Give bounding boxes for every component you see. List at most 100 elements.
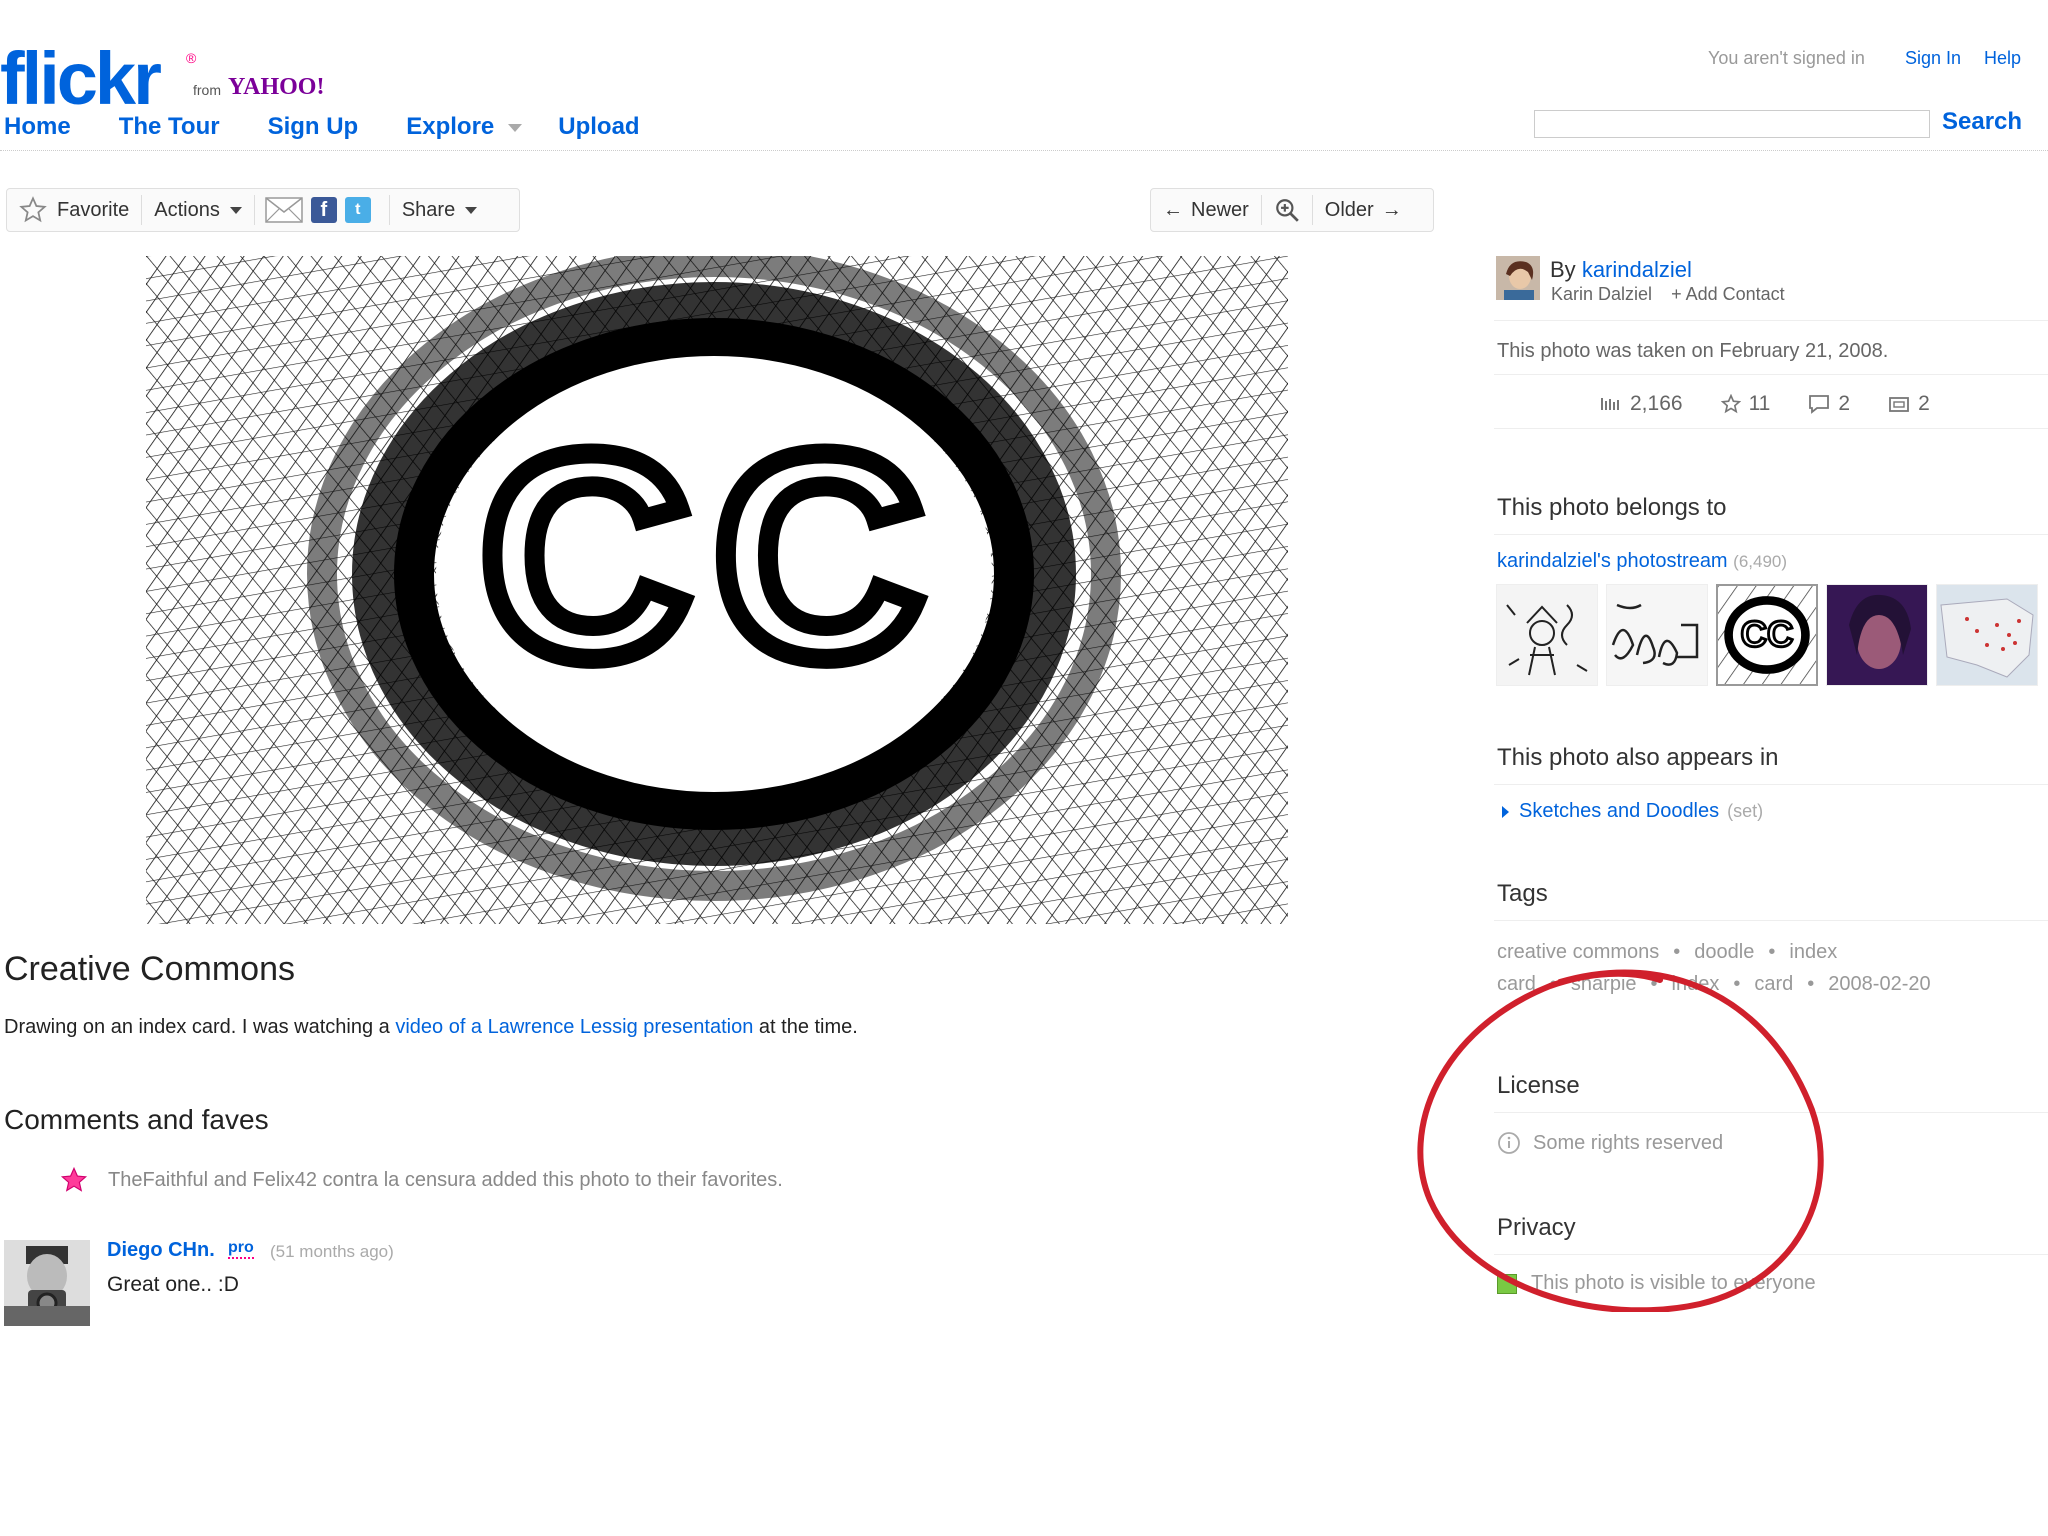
facebook-icon[interactable]: f — [310, 197, 337, 223]
by-label: By — [1550, 257, 1576, 282]
signed-in-status: You aren't signed in — [1708, 48, 1865, 68]
explore-dropdown-icon[interactable] — [508, 124, 523, 132]
lessig-video-link[interactable]: video of a Lawrence Lessig presentation — [395, 1016, 753, 1038]
help-link[interactable]: Help — [1984, 48, 2021, 69]
main-nav: Home The Tour Sign Up Explore Upload — [4, 112, 688, 142]
comments-count: 2 — [1838, 392, 1851, 415]
owner-realname: Karin Dalziel — [1551, 284, 1653, 304]
thumbnail-cc-letters: CC — [1741, 614, 1794, 655]
set-icon — [1889, 397, 1909, 412]
photo-actions-toolbar: Favorite Actions f t Share — [6, 188, 520, 232]
sidebar-divider — [1494, 534, 2048, 535]
thumbnail[interactable] — [1936, 584, 2038, 686]
share-dropdown[interactable]: Share — [390, 189, 489, 231]
main-photo[interactable]: CC — [146, 256, 1288, 924]
views-stat: 2,166 — [1600, 392, 1683, 416]
comment-bubble-icon — [1809, 395, 1830, 414]
yahoo-logo: YAHOO! — [228, 74, 325, 100]
chevron-down-icon — [229, 206, 242, 214]
zoom-in-icon — [1275, 199, 1299, 222]
actions-label: Actions — [154, 198, 220, 221]
sets-stat: 2 — [1888, 392, 1930, 416]
faves-count: 11 — [1748, 392, 1771, 415]
sidebar-divider — [1494, 374, 2048, 375]
actions-dropdown[interactable]: Actions — [142, 189, 254, 231]
taken-date: This photo was taken on February 21, 200… — [1497, 340, 1889, 362]
photostream-link[interactable]: karindalziel's photostream — [1497, 550, 1728, 572]
sets-count: 2 — [1918, 392, 1930, 415]
newer-label: Newer — [1191, 198, 1249, 221]
nav-sign-up[interactable]: Sign Up — [268, 112, 359, 142]
nav-home[interactable]: Home — [4, 112, 71, 142]
annotation-circle — [1417, 969, 1824, 1312]
photostream-thumbnails: CC — [1496, 584, 2038, 686]
pro-badge[interactable]: pro — [228, 1239, 254, 1259]
photo-description: Drawing on an index card. I was watching… — [4, 1016, 858, 1039]
star-outline-icon — [1720, 394, 1741, 414]
favorite-label: Favorite — [57, 198, 130, 221]
cc-letters: CC — [481, 394, 948, 718]
thumbnail[interactable] — [1826, 584, 1928, 686]
older-label: Older — [1324, 198, 1374, 221]
thumbnail[interactable] — [1496, 584, 1598, 686]
comment-author-link[interactable]: Diego CHn. — [107, 1239, 215, 1262]
favorites-text: TheFaithful and Felix42 contra la censur… — [108, 1168, 783, 1191]
logo-text: flickr — [0, 37, 162, 120]
nav-upload[interactable]: Upload — [558, 112, 639, 142]
set-link[interactable]: Sketches and Doodles — [1519, 800, 1719, 823]
chevron-down-icon — [465, 206, 478, 214]
sidebar-divider — [1494, 428, 2048, 429]
comment-timestamp: (51 months ago) — [270, 1242, 394, 1261]
appears-in-heading: This photo also appears in — [1497, 744, 1779, 771]
comment-text: Great one.. :D — [107, 1273, 239, 1296]
commenter-avatar[interactable] — [4, 1240, 90, 1326]
email-icon[interactable] — [265, 196, 303, 224]
photo-navigation-toolbar: ← Newer Older → — [1150, 188, 1434, 232]
twitter-icon[interactable]: t — [344, 197, 371, 223]
caret-right-icon — [1502, 805, 1509, 818]
favorite-button[interactable]: Favorite — [7, 189, 141, 231]
registered-mark: ® — [186, 50, 197, 66]
star-filled-icon — [60, 1166, 88, 1192]
set-type: (set) — [1727, 801, 1764, 821]
newer-button[interactable]: ← Newer — [1151, 189, 1261, 231]
nav-the-tour[interactable]: The Tour — [119, 112, 220, 142]
comments-heading: Comments and faves — [4, 1104, 269, 1135]
tags-heading: Tags — [1497, 880, 1548, 907]
sign-in-link[interactable]: Sign In — [1905, 48, 1961, 69]
header-divider — [0, 150, 2048, 151]
set-line: Sketches and Doodles (set) — [1502, 800, 1763, 823]
owner-username-link[interactable]: karindalziel — [1582, 257, 1692, 282]
favorites-line: TheFaithful and Felix42 contra la censur… — [60, 1166, 783, 1194]
description-text: Drawing on an index card. I was watching… — [4, 1016, 396, 1038]
owner-avatar[interactable] — [1496, 256, 1540, 300]
arrow-left-icon: ← — [1163, 198, 1183, 221]
photo-stats: 2,166 11 2 2 — [1600, 392, 1930, 416]
owner-byline: By karindalziel — [1550, 257, 1692, 283]
search-button[interactable]: Search — [1942, 108, 2022, 136]
zoom-button[interactable] — [1262, 189, 1312, 231]
faves-stat: 11 — [1720, 392, 1771, 416]
description-text: at the time. — [753, 1016, 858, 1038]
belongs-to-heading: This photo belongs to — [1497, 494, 1727, 521]
thumbnail[interactable] — [1606, 584, 1708, 686]
older-button[interactable]: Older → — [1313, 189, 1414, 231]
flickr-logo[interactable]: flickr ® from YAHOO! — [0, 42, 340, 116]
logo-from: from — [193, 82, 221, 98]
star-icon — [19, 196, 47, 223]
cc-drawing: CC — [146, 256, 1288, 924]
arrow-right-icon: → — [1381, 198, 1402, 221]
nav-explore[interactable]: Explore — [406, 112, 494, 142]
comments-stat: 2 — [1808, 392, 1850, 416]
thumbnail-current[interactable]: CC — [1716, 584, 1818, 686]
owner-realname-line: Karin Dalziel + Add Contact — [1551, 284, 1785, 305]
views-count: 2,166 — [1630, 392, 1683, 415]
share-icons: f t — [255, 189, 389, 231]
add-contact-link[interactable]: + Add Contact — [1671, 284, 1785, 304]
search-input[interactable] — [1534, 110, 1930, 138]
photostream-line: karindalziel's photostream (6,490) — [1497, 550, 1787, 573]
photostream-count: (6,490) — [1733, 552, 1788, 571]
sidebar-divider — [1494, 320, 2048, 321]
sidebar-divider — [1494, 920, 2048, 921]
sidebar-divider — [1494, 784, 2048, 785]
